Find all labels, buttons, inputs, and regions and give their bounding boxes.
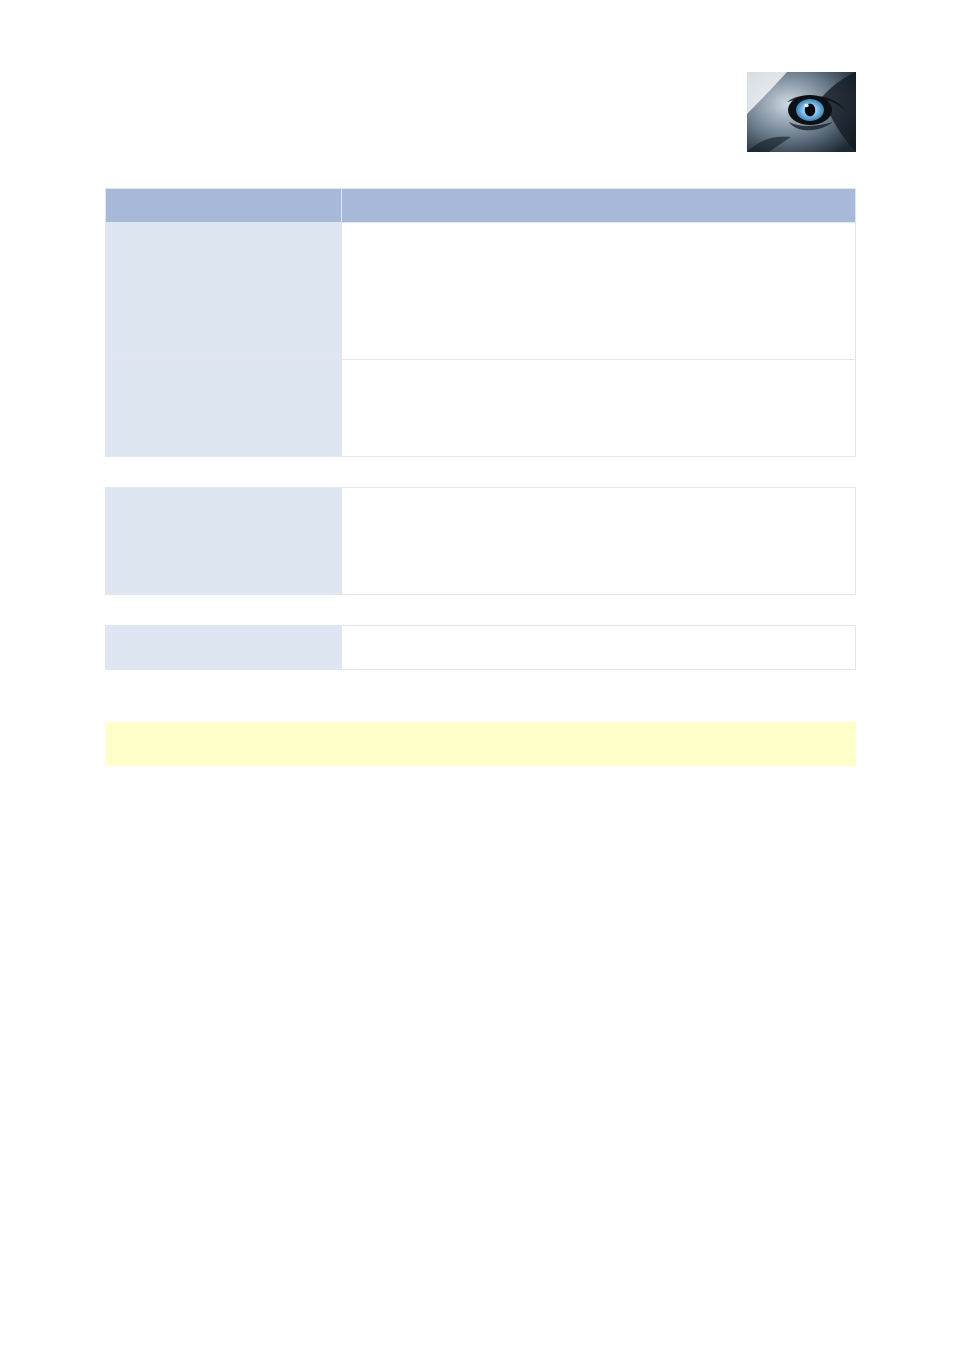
note-box — [105, 722, 856, 766]
wolf-eye-icon — [747, 72, 856, 152]
table1-row1-label — [106, 223, 342, 360]
table2-row1-value — [342, 488, 856, 595]
info-table-3 — [105, 625, 856, 670]
table1-header-label — [106, 189, 342, 223]
info-table-1 — [105, 188, 856, 457]
table3-row1-value — [342, 626, 856, 670]
table1-row1-value — [342, 223, 856, 360]
table1-row2-label — [106, 360, 342, 457]
brand-logo — [747, 72, 856, 152]
table1-header-value — [342, 189, 856, 223]
table1-row2-value — [342, 360, 856, 457]
table3-row1-label — [106, 626, 342, 670]
table2-row1-label — [106, 488, 342, 595]
info-table-2 — [105, 487, 856, 595]
